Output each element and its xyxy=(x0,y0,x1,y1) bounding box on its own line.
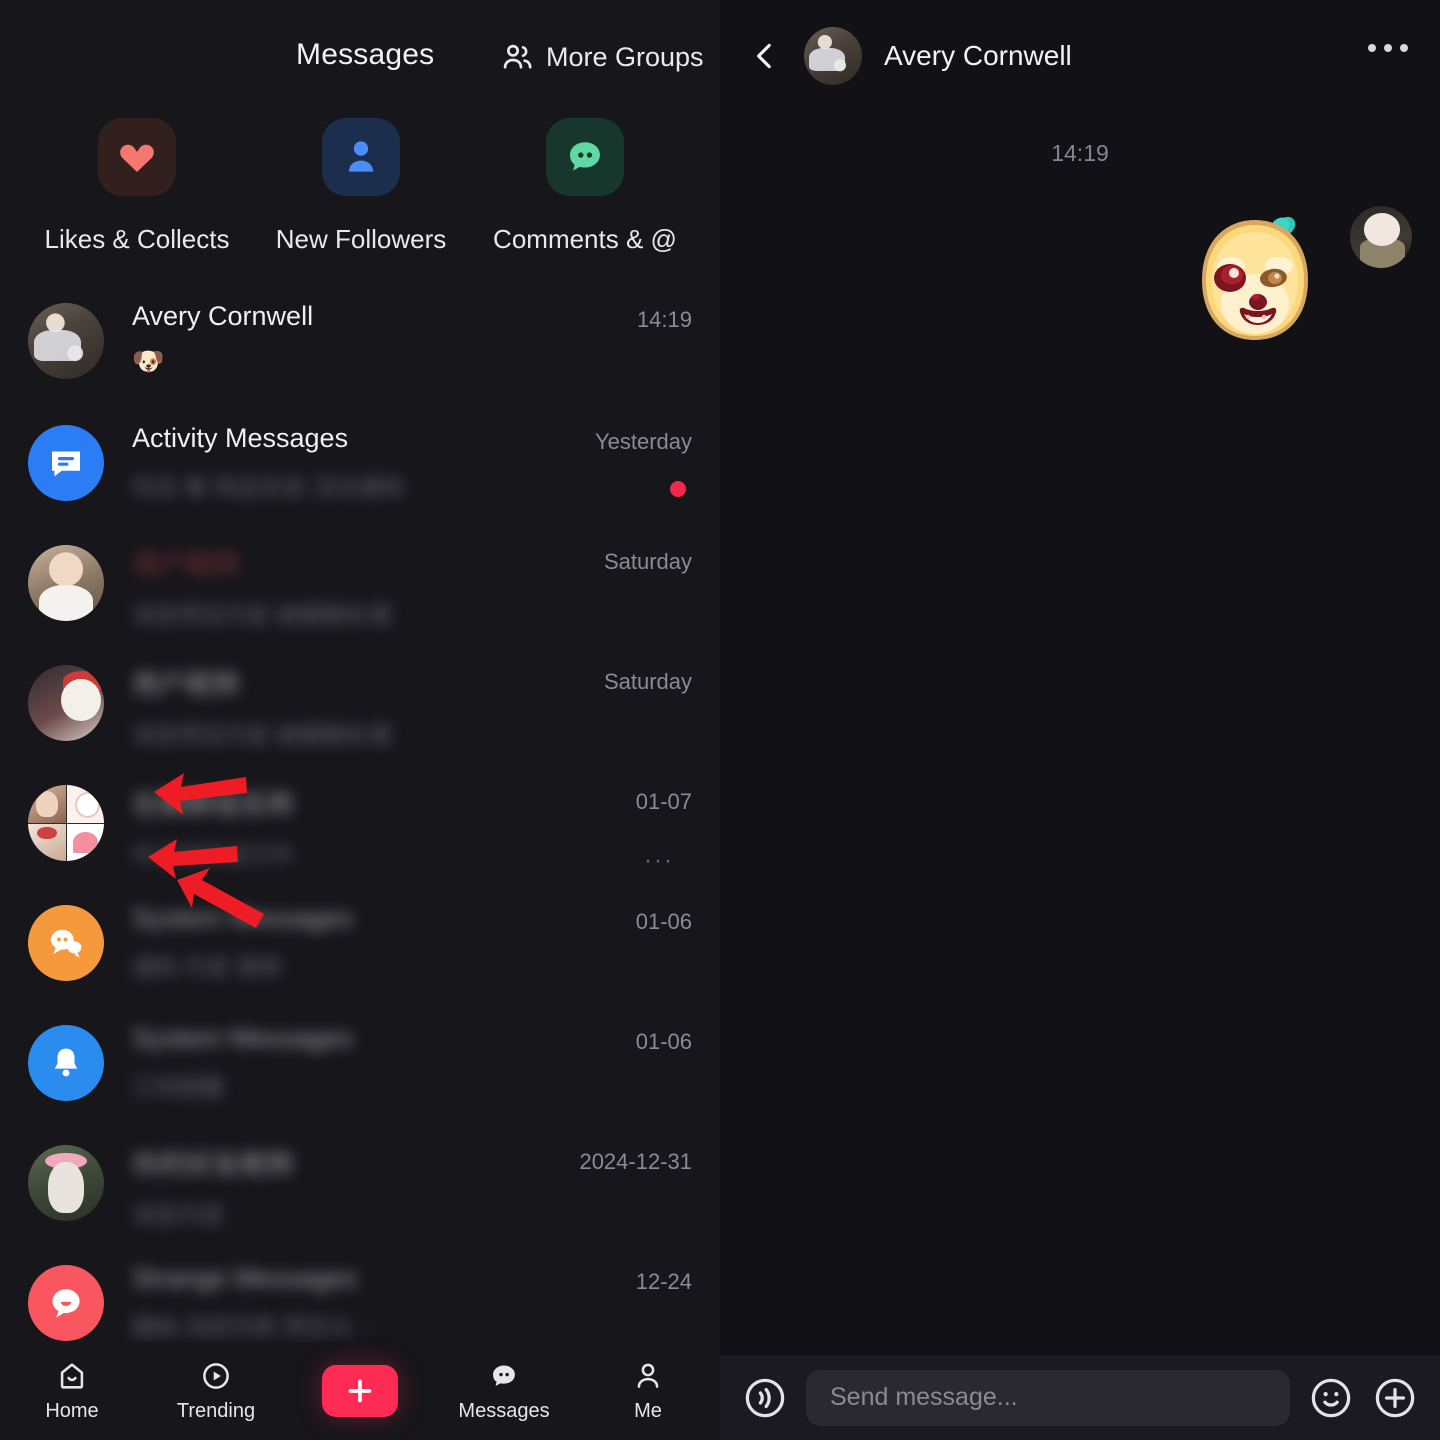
chevron-left-icon[interactable] xyxy=(748,39,782,73)
avatar[interactable] xyxy=(28,545,104,621)
tab-label: Messages xyxy=(458,1400,550,1422)
avatar[interactable] xyxy=(28,1145,104,1221)
tab-trending[interactable]: Trending xyxy=(144,1359,288,1423)
plus-icon xyxy=(348,1379,372,1403)
messages-list-panel: Messages More Groups Likes & Collects Ne… xyxy=(0,0,720,1440)
message-avatar[interactable] xyxy=(1350,206,1412,268)
row-overflow-dots[interactable]: ··· xyxy=(644,847,674,875)
system-strange-icon[interactable] xyxy=(28,1265,104,1341)
system-chat-icon[interactable] xyxy=(28,905,104,981)
category-new-followers[interactable]: New Followers xyxy=(249,118,473,255)
conversation-preview: 🐶 xyxy=(132,346,165,376)
conversation-time: 14:19 xyxy=(636,307,692,332)
chat-panel: Avery Cornwell 14:19 Send message... xyxy=(720,0,1440,1440)
system-activity-icon[interactable] xyxy=(28,425,104,501)
chat-message-area: 14:19 xyxy=(720,140,1440,1370)
followers-tile xyxy=(322,118,400,196)
group-quad-avatar[interactable] xyxy=(28,785,104,861)
category-comments-at[interactable]: Comments & @ xyxy=(473,118,697,255)
conversation-name: System Messages xyxy=(132,1023,353,1053)
category-label: Comments & @ xyxy=(493,224,677,254)
tab-create[interactable] xyxy=(288,1365,432,1417)
category-tiles: Likes & Collects New Followers Comments … xyxy=(0,118,720,255)
conversation-name: Avery Cornwell xyxy=(132,301,314,331)
conversation-row-system-bell[interactable]: System Messages 订阅提醒 01-06 xyxy=(0,1019,720,1139)
conversation-preview: 通知 内容 更新 xyxy=(132,954,283,980)
tab-label: Me xyxy=(634,1400,662,1422)
category-likes-collects[interactable]: Likes & Collects xyxy=(25,118,249,255)
bottom-tab-bar: Home Trending Messages Me xyxy=(0,1342,720,1440)
page-title: Messages xyxy=(296,38,435,71)
conversation-row-activity[interactable]: Activity Messages 吃店 餐 商品信息 活动通知 Yesterd… xyxy=(0,419,720,539)
winking-dog-sticker[interactable] xyxy=(1180,198,1330,363)
comment-bubble-icon xyxy=(570,142,600,171)
message-input-placeholder: Send message... xyxy=(830,1383,1018,1411)
conversation-name: 在聊群组名称 xyxy=(132,790,294,820)
chat-avatar[interactable] xyxy=(804,27,862,85)
more-groups-label: More Groups xyxy=(546,41,704,72)
conversation-preview: 圈她 消息列表 预览众··· xyxy=(132,1314,375,1340)
category-label: Likes & Collects xyxy=(44,224,230,254)
conversation-preview: 吃店 餐 商品信息 活动通知 xyxy=(132,474,405,500)
conversation-row-8[interactable]: 你的好友昵称 消息内容 2024-12-31 xyxy=(0,1139,720,1259)
conversation-preview: 订阅提醒 xyxy=(132,1074,224,1100)
conversation-time: Saturday xyxy=(603,549,692,574)
conversation-preview: 消息预览内容 被模糊处理 xyxy=(132,722,392,748)
person-outline-icon xyxy=(637,1363,659,1388)
system-bell-icon[interactable] xyxy=(28,1025,104,1101)
conversation-row-3[interactable]: 用户昵称 消息预览内容 被模糊处理 Saturday xyxy=(0,539,720,659)
conversation-preview: 作业持续进行中 xyxy=(132,842,293,868)
play-circle-icon xyxy=(203,1363,229,1389)
more-groups-button[interactable]: More Groups xyxy=(500,40,704,74)
tab-messages[interactable]: Messages xyxy=(432,1359,576,1423)
conversation-row-avery[interactable]: Avery Cornwell 🐶 14:19 xyxy=(0,297,720,419)
people-icon xyxy=(503,44,532,69)
person-icon xyxy=(348,141,374,172)
conversation-preview: 消息内容 xyxy=(132,1202,224,1228)
conversation-time: 01-07 xyxy=(635,789,692,814)
comments-tile xyxy=(546,118,624,196)
conversation-time: 12-24 xyxy=(635,1269,692,1294)
conversation-list: Avery Cornwell 🐶 14:19 Activity Messages… xyxy=(0,297,720,1379)
avatar[interactable] xyxy=(28,665,104,741)
tab-home[interactable]: Home xyxy=(0,1359,144,1423)
chat-header: Avery Cornwell xyxy=(720,0,1440,112)
ellipsis-icon[interactable] xyxy=(1368,44,1408,52)
chat-title: Avery Cornwell xyxy=(884,40,1072,71)
conversation-name: System Messages xyxy=(132,903,353,933)
conversation-row-group[interactable]: 在聊群组名称 作业持续进行中 01-07 ··· xyxy=(0,779,720,899)
tab-label: Trending xyxy=(176,1400,256,1422)
plus-circle-icon[interactable] xyxy=(1372,1375,1418,1421)
conversation-name: Strange Messages xyxy=(132,1263,358,1293)
conversation-time: Saturday xyxy=(603,669,692,694)
heart-icon xyxy=(120,144,154,173)
conversation-time: Yesterday xyxy=(594,429,692,454)
voice-wave-icon[interactable] xyxy=(742,1375,788,1421)
avatar[interactable] xyxy=(28,303,104,379)
conversation-time: 2024-12-31 xyxy=(579,1149,692,1174)
message-row-sticker xyxy=(1180,198,1412,363)
chat-timestamp: 14:19 xyxy=(1051,140,1109,166)
conversation-preview: 消息预览内容 被模糊处理 xyxy=(132,602,392,628)
conversation-time: 01-06 xyxy=(635,1029,692,1054)
message-input-bar: Send message... xyxy=(720,1355,1440,1440)
message-input[interactable]: Send message... xyxy=(806,1369,1290,1426)
add-post-button[interactable] xyxy=(322,1365,398,1417)
left-header: Messages More Groups xyxy=(0,0,720,112)
likes-tile xyxy=(98,118,176,196)
category-label: New Followers xyxy=(275,224,447,254)
app-root: Messages More Groups Likes & Collects Ne… xyxy=(0,0,1440,1440)
smiley-icon[interactable] xyxy=(1308,1375,1354,1421)
tab-me[interactable]: Me xyxy=(576,1359,720,1423)
tab-label: Home xyxy=(45,1400,99,1422)
chat-bubble-icon xyxy=(493,1365,515,1387)
conversation-row-4[interactable]: 用户昵称 消息预览内容 被模糊处理 Saturday xyxy=(0,659,720,779)
unread-badge xyxy=(670,481,686,497)
conversation-row-system-chat[interactable]: System Messages 通知 内容 更新 01-06 xyxy=(0,899,720,1019)
conversation-time: 01-06 xyxy=(635,909,692,934)
home-icon xyxy=(60,1363,84,1389)
